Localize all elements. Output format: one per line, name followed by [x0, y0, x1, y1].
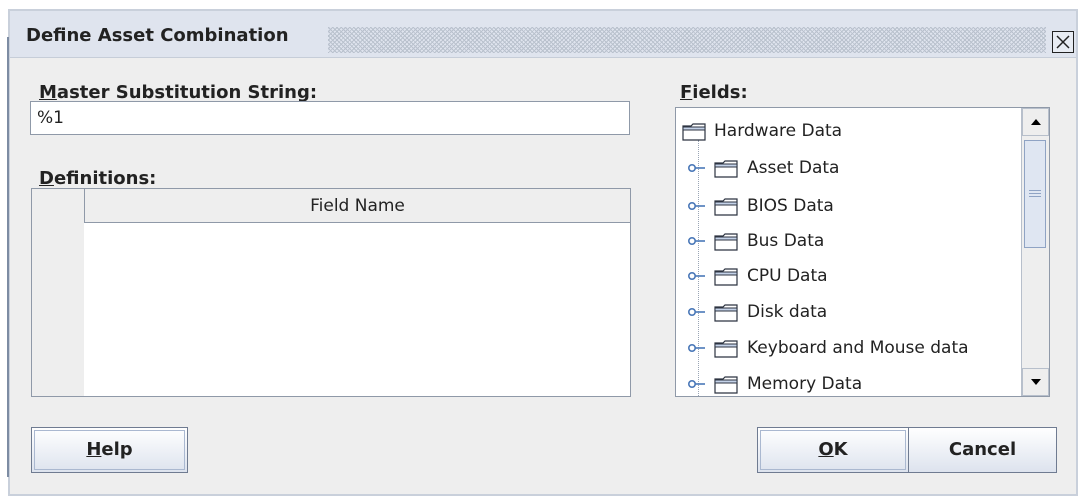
- tree-item-label: Keyboard and Mouse data: [747, 338, 969, 358]
- close-button[interactable]: [1052, 31, 1074, 53]
- ok-label-text: K: [833, 439, 848, 460]
- row-header: [32, 225, 84, 396]
- scroll-grip-line: [1029, 193, 1041, 194]
- column-header-field-name[interactable]: Field Name: [84, 189, 630, 223]
- tree-root-label: Hardware Data: [714, 121, 843, 141]
- folder-icon: [714, 198, 738, 216]
- collapsed-node-icon: [688, 308, 705, 316]
- ok-button[interactable]: OK: [757, 427, 909, 473]
- scroll-grip-line: [1029, 190, 1041, 191]
- folder-icon: [714, 160, 738, 178]
- master-label-mnemonic: M: [39, 82, 57, 103]
- help-mnemonic: H: [86, 439, 102, 460]
- folder-icon: [714, 340, 738, 358]
- arrow-down-icon: [1031, 379, 1041, 385]
- collapsed-node-icon: [688, 380, 705, 388]
- tree-item-label: BIOS Data: [747, 196, 834, 216]
- master-substitution-input[interactable]: [30, 101, 630, 135]
- title-bar[interactable]: Define Asset Combination: [10, 11, 1076, 58]
- help-button[interactable]: Help: [31, 427, 188, 473]
- scroll-grip-line: [1029, 196, 1041, 197]
- fields-label-text: ields:: [692, 82, 748, 103]
- close-icon: [1056, 35, 1070, 49]
- tree-item-label: CPU Data: [747, 266, 828, 286]
- scroll-up-button[interactable]: [1022, 108, 1049, 136]
- fields-label-mnemonic: F: [680, 82, 693, 103]
- help-label-text: elp: [101, 439, 133, 460]
- collapsed-node-icon: [688, 272, 705, 280]
- scroll-down-button[interactable]: [1022, 368, 1049, 396]
- ok-button-label: OK: [818, 439, 847, 460]
- collapsed-node-icon: [688, 344, 705, 352]
- tree-item-label: Disk data: [747, 302, 828, 322]
- help-button-label: Help: [86, 439, 132, 460]
- collapsed-node-icon: [688, 202, 705, 210]
- fields-label: Fields:: [680, 82, 748, 104]
- ok-mnemonic: O: [818, 439, 834, 460]
- fields-tree[interactable]: Hardware Data Asset Data BIOS Data Bus D…: [675, 107, 1050, 397]
- arrow-up-icon: [1031, 119, 1041, 125]
- scroll-thumb[interactable]: [1024, 140, 1046, 248]
- tree-item-label: Asset Data: [747, 158, 840, 178]
- definitions-label: Definitions:: [39, 168, 156, 190]
- master-label-text: aster Substitution String:: [56, 82, 318, 103]
- tree-scrollbar[interactable]: [1021, 108, 1049, 396]
- collapsed-node-icon: [688, 237, 705, 245]
- tree-item-label: Bus Data: [747, 231, 825, 251]
- folder-icon: [714, 233, 738, 251]
- cancel-button-label: Cancel: [948, 439, 1017, 460]
- title-bar-pattern: [328, 27, 1046, 53]
- table-corner: [32, 189, 84, 225]
- folder-icon: [714, 268, 738, 286]
- folder-open-icon: [682, 123, 706, 141]
- definitions-label-text: efinitions:: [53, 168, 157, 189]
- folder-icon: [714, 376, 738, 394]
- cancel-button[interactable]: Cancel: [908, 427, 1057, 473]
- collapsed-node-icon: [688, 164, 705, 172]
- tree-item-label: Memory Data: [747, 374, 863, 394]
- definitions-table[interactable]: Field Name: [31, 188, 631, 397]
- definitions-label-mnemonic: D: [39, 168, 54, 189]
- folder-icon: [714, 304, 738, 322]
- window-title: Define Asset Combination: [26, 25, 289, 46]
